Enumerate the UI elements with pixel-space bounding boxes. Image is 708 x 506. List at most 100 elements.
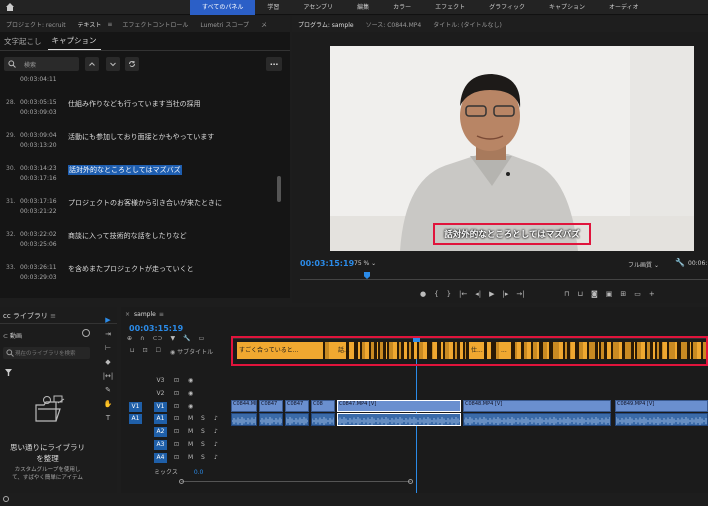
close-icon[interactable]: × [125,311,130,318]
caption-clip[interactable] [607,342,613,359]
export-frame-icon[interactable]: ◙ [591,290,598,298]
track-select-icon[interactable]: ⇥ [105,329,111,340]
caption-clip[interactable] [365,342,371,359]
timeline-timecode[interactable]: 00:03:15:19 [129,324,183,333]
lift-icon[interactable]: ⊓ [564,290,569,298]
caption-text[interactable]: 商談に入って技術的な話をしたりなど [68,231,187,241]
step-forward-icon[interactable]: |▸ [503,290,509,298]
library-tab[interactable]: cc ライブラリ ≡ [3,311,56,321]
solo-icon[interactable]: S [201,415,205,422]
workspace-tab[interactable]: 編集 [345,0,381,15]
scroll-handle-right[interactable] [408,479,413,484]
selection-tool-icon[interactable]: ▶ [105,315,110,326]
lock-icon[interactable]: ⊡ [174,441,179,448]
lock-icon[interactable]: ⊡ [174,377,179,384]
in-point-icon[interactable]: { [434,290,438,298]
lock-icon[interactable]: ⊡ [174,428,179,435]
scroll-handle-left[interactable] [179,479,184,484]
plus-icon[interactable]: + [649,290,655,298]
step-back-icon[interactable]: ◂| [475,290,481,298]
mix-value[interactable]: 0.0 [194,469,204,476]
safe-margins-icon[interactable]: ⊞ [620,290,626,298]
library-search[interactable]: 現在のライブラリを検索 [3,347,90,359]
caption-text[interactable]: 仕組み作りなども行っています当社の採用 [68,99,201,109]
track-target[interactable]: V1 [154,401,167,412]
play-icon[interactable]: ▶ [489,290,494,298]
go-to-out-icon[interactable]: →| [516,290,524,298]
replace-icon[interactable] [125,57,139,71]
overlay-icon[interactable]: ▭ [634,290,641,298]
library-dropdown[interactable]: ⊂ 動画 [3,331,22,340]
menu-icon[interactable]: ≡ [107,21,112,28]
caption-row[interactable]: 00:02:59:0600:03:04:11開発部の方の設定をやったりとかがある… [0,76,285,92]
subtab-transcript[interactable]: 文字起こし [0,36,48,50]
track-target[interactable]: V2 [154,389,167,399]
caption-clip[interactable] [441,342,445,359]
lock-icon[interactable]: ⊡ [174,415,179,422]
user-icon[interactable] [82,329,90,337]
workspace-tab[interactable]: すべてのパネル [190,0,256,15]
out-point-icon[interactable]: } [447,290,451,298]
panel-tab[interactable]: メ [255,20,273,29]
mute-icon[interactable]: M [188,415,193,422]
source-patch[interactable]: V1 [129,401,142,412]
compare-icon[interactable]: ▣ [606,290,613,298]
caption-text[interactable]: を含めまたプロジェクトが走っていくと [68,264,194,274]
eye-icon[interactable]: ◉ [188,403,193,410]
panel-tab[interactable]: テキスト [72,20,108,29]
program-ruler[interactable] [300,272,708,280]
workspace-tab[interactable]: オーディオ [597,0,651,15]
caption-clip[interactable]: 仕... [469,342,493,359]
caption-clip[interactable] [393,342,399,359]
lock-icon[interactable]: ⊡ [174,390,179,397]
panel-tab[interactable]: プロジェクト: recruit [0,20,72,29]
solo-icon[interactable]: S [201,454,205,461]
track-target[interactable]: A4 [154,452,167,463]
extract-icon[interactable]: ⊔ [577,290,582,298]
caption-clip[interactable] [459,342,465,359]
captions-icon[interactable]: ▭ [199,335,205,342]
eye-icon[interactable]: ◉ [170,349,175,356]
monitor-tab[interactable]: ソース: C0844.MP4 [360,20,428,29]
go-to-in-icon[interactable]: |← [459,290,467,298]
mic-icon[interactable]: ♪ [214,454,218,461]
mic-icon[interactable]: ♪ [214,415,218,422]
chevron-down-icon[interactable] [106,57,120,71]
caption-clip[interactable]: すごく合っていると... [237,342,325,359]
video-frame[interactable]: 話対外的なところとしてはマズバズ [330,46,694,251]
pen-icon[interactable]: ✎ [105,385,111,396]
workspace-tab[interactable]: 学習 [255,0,291,15]
filter-icon[interactable] [5,369,12,376]
source-patch[interactable]: A1 [129,414,142,425]
hand-icon[interactable]: ✋ [104,399,113,410]
caption-text[interactable]: 話対外的なところとしてはマズバズ [68,165,182,175]
caption-text[interactable]: プロジェクトのお客様から引き合いが来たときに [68,198,222,208]
workspace-tab[interactable]: アセンブリ [291,0,345,15]
snap-icon[interactable]: ∩ [140,335,144,342]
workspace-tab[interactable]: エフェクト [423,0,477,15]
eye-icon[interactable]: ◉ [188,377,193,384]
eye-icon[interactable]: ◉ [188,390,193,397]
track-target[interactable]: A1 [154,414,167,425]
subtitle-overlay[interactable]: 話対外的なところとしてはマズバズ [433,223,591,245]
caption-clip[interactable] [697,342,703,359]
lock-icon[interactable]: ⊡ [174,403,179,410]
workspace-tab[interactable]: カラー [381,0,423,15]
caption-row[interactable]: 31. 00:03:17:16 00:03:21:22 プロジェクトのお客様から引き合… [0,194,285,224]
mic-icon[interactable]: ♪ [214,441,218,448]
caption-row[interactable]: 29. 00:03:09:04 00:03:13:20 活動にも参加しており面接とかも… [0,128,285,158]
timeline-tab[interactable]: sample [134,311,156,318]
solo-icon[interactable]: S [201,441,205,448]
slip-icon[interactable]: |↔| [103,371,114,382]
chevron-up-icon[interactable] [85,57,99,71]
panel-tab[interactable]: Lumetri スコープ [194,20,255,29]
caption-row[interactable]: 33. 00:03:26:11 00:03:29:03 を含めまたプロジェクトが走って… [0,260,285,290]
mic-icon[interactable]: ♪ [214,428,218,435]
track-target[interactable]: V3 [154,376,167,386]
ripple-edit-icon[interactable]: ⊢ [105,343,111,354]
caption-search[interactable]: 検索 [4,57,79,71]
home-icon[interactable] [5,2,15,12]
track-target[interactable]: A2 [154,427,167,438]
caption-row[interactable]: 28. 00:03:05:15 00:03:09:03 仕組み作りなども行っています当… [0,95,285,125]
monitor-tab[interactable]: タイトル: (タイトルなし) [427,20,508,29]
